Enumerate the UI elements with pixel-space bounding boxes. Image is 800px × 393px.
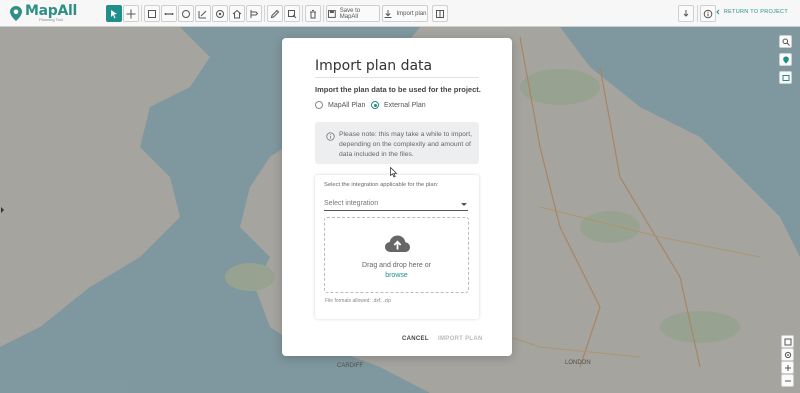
radio-external-label: External Plan [384,101,426,109]
dialog-subtitle: Import the plan data to be used for the … [315,85,481,94]
integration-select[interactable]: Select integration [324,198,468,211]
info-note: Please note: this may take a while to im… [315,122,479,164]
app-name: MapAll [25,3,78,19]
radio-external-plan[interactable]: External Plan [371,101,426,109]
map-legend-button[interactable] [779,71,792,84]
rectangle-tool-button[interactable] [144,5,160,22]
transform-tool-button[interactable] [284,5,300,22]
fullscreen-button[interactable] [781,335,794,348]
draw-tool-button[interactable] [267,5,283,22]
browse-link[interactable]: browse [325,272,468,279]
radio-mapall-label: MapAll Plan [328,101,366,109]
line-icon [164,12,174,15]
info-icon [326,132,335,141]
line-tool-button[interactable] [161,5,177,22]
fullscreen-icon [784,338,791,345]
info-icon [703,9,713,18]
cancel-button[interactable]: CANCEL [402,336,429,342]
zoom-out-button[interactable] [781,374,794,387]
radio-mapall-plan[interactable]: MapAll Plan [315,101,365,109]
top-toolbar: MapAll Planning Tool Save to MapAll Impo… [0,0,800,27]
layout-icon [436,9,444,18]
allowed-formats: File formats allowed: .dxf, .zip [325,298,391,304]
save-to-mapall-label: Save to MapAll [339,7,361,20]
info-button[interactable] [700,5,716,22]
circle-tool-button[interactable] [178,5,194,22]
file-dropzone[interactable]: Drag and drop here or browse [324,217,469,293]
import-plan-button[interactable]: Import plan [382,5,428,22]
minus-icon [784,380,791,381]
chevron-down-icon [461,203,467,206]
toolbar-divider [697,5,698,22]
move-icon [126,9,136,18]
select-icon [111,9,117,18]
cloud-upload-icon [385,235,410,252]
toolbar-divider [302,5,303,22]
title-divider [315,77,479,78]
search-icon [782,38,790,46]
crosshair-icon [784,351,791,358]
import-plan-label: Import plan [396,10,427,17]
dialog-title: Import plan data [315,58,433,74]
delete-button[interactable] [305,5,321,22]
pencil-icon [270,9,280,18]
route-icon [250,9,259,18]
integration-panel: Select the integration applicable for th… [315,175,479,319]
zoom-in-button[interactable] [781,361,794,374]
measure-icon [198,10,207,18]
integration-label: Select the integration applicable for th… [324,182,439,188]
locate-button[interactable] [781,348,794,361]
building-tool-button[interactable] [229,5,245,22]
map-layers-button[interactable] [779,53,792,66]
import-plan-dialog: Import plan data Import the plan data to… [282,38,512,356]
sidebar-expand-icon[interactable] [1,207,4,213]
radio-button-icon[interactable] [315,101,323,109]
plus-icon [784,364,791,371]
radio-button-selected-icon[interactable] [371,101,379,109]
circle-icon [182,9,190,18]
download-icon [683,9,689,17]
transform-icon [288,9,297,18]
rectangle-icon [148,9,156,18]
select-tool-button[interactable] [106,5,122,22]
app-logo[interactable]: MapAll Planning Tool [10,3,77,23]
save-to-mapall-button[interactable]: Save to MapAll [326,5,380,22]
mouse-cursor-icon [390,167,398,178]
toolbar-divider [141,5,142,22]
info-note-text: Please note: this may take a while to im… [339,131,472,158]
return-to-project-link[interactable]: RETURN TO PROJECT [715,9,788,15]
chevron-left-icon [716,9,720,15]
measure-tool-button[interactable] [195,5,211,22]
return-to-project-label: RETURN TO PROJECT [723,9,788,15]
download-button[interactable] [678,5,694,22]
legend-icon [782,74,789,81]
route-tool-button[interactable] [246,5,262,22]
map-marker-icon [782,56,789,63]
target-icon [216,9,224,18]
integration-placeholder: Select integration [324,200,379,207]
app-tagline: Planning Tool [39,17,63,22]
layout-toggle-button[interactable] [432,5,448,22]
home-icon [232,9,242,18]
toolbar-divider [264,5,265,22]
import-icon [384,9,392,18]
map-search-button[interactable] [779,35,792,48]
import-plan-submit-button[interactable]: IMPORT PLAN [438,336,483,342]
move-tool-button[interactable] [123,5,139,22]
dropzone-text: Drag and drop here or [362,262,431,269]
map-pin-icon [10,5,22,21]
trash-icon [310,9,316,18]
toolbar-divider [323,5,324,22]
target-tool-button[interactable] [212,5,228,22]
save-icon [327,9,336,18]
